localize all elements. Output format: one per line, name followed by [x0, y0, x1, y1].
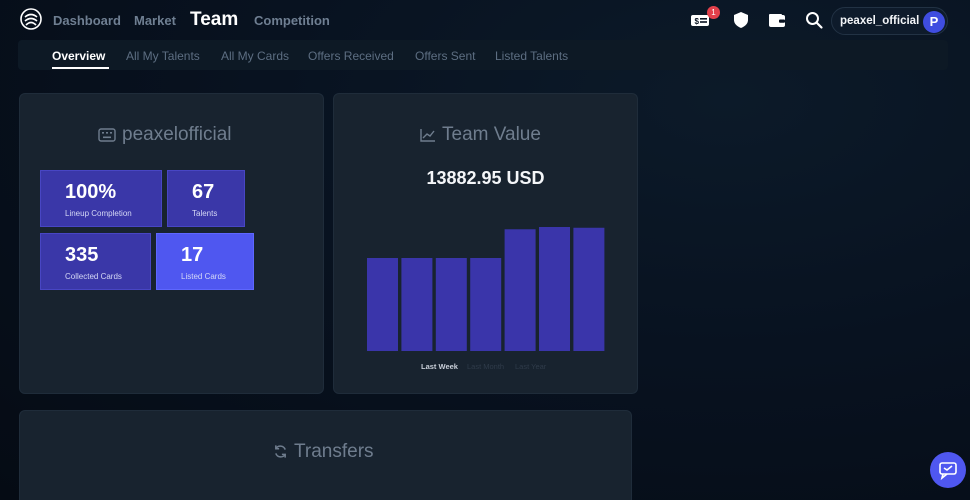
profile-card: peaxelofficial 100% Lineup Completion 67… [19, 93, 324, 394]
profile-card-title: peaxelofficial [98, 124, 232, 146]
transfers-card: Transfers [19, 410, 632, 500]
nav-dashboard[interactable]: Dashboard [53, 13, 121, 28]
stat-label: Lineup Completion [65, 209, 132, 218]
stat-value: 335 [65, 244, 99, 266]
top-navigation: Dashboard Market Team Competition $ 1 pe… [0, 0, 970, 40]
nav-market[interactable]: Market [134, 13, 176, 28]
stat-label: Listed Cards [181, 272, 226, 281]
svg-text:$: $ [695, 17, 700, 26]
chart-bar-4 [470, 258, 502, 351]
stat-value: 100% [65, 181, 117, 203]
stat-collected-cards: 335 Collected Cards [40, 233, 151, 290]
active-tab-indicator [52, 67, 109, 69]
profile-name: peaxelofficial [122, 124, 232, 145]
tab-listed-talents[interactable]: Listed Talents [495, 49, 568, 63]
stat-lineup-completion: 100% Lineup Completion [40, 170, 162, 227]
transfers-title: Transfers [273, 441, 374, 463]
avatar: P [923, 11, 945, 33]
username-label: peaxel_official [840, 15, 920, 27]
wallet-icon[interactable] [767, 10, 787, 30]
user-menu-button[interactable]: peaxel_official P [831, 7, 948, 35]
search-icon[interactable] [804, 10, 824, 30]
keyboard-icon [98, 128, 116, 142]
stat-listed-cards: 17 Listed Cards [156, 233, 254, 290]
chat-icon [939, 462, 957, 481]
team-value-card: Team Value 13882.95 USD Last Week Last M… [333, 93, 638, 394]
stat-value: 17 [181, 244, 204, 266]
team-value-chart [367, 227, 605, 351]
tab-all-my-cards[interactable]: All My Cards [221, 49, 289, 63]
chart-bar-6 [539, 227, 570, 351]
refresh-icon [275, 445, 286, 458]
period-last-month[interactable]: Last Month [467, 362, 504, 371]
nav-team[interactable]: Team [190, 9, 238, 31]
chart-bar-3 [435, 258, 467, 351]
transfers-label: Transfers [294, 441, 374, 462]
tab-all-my-talents[interactable]: All My Talents [126, 49, 200, 63]
chart-bar-1 [367, 258, 398, 351]
notification-badge: 1 [707, 6, 720, 19]
stat-label: Collected Cards [65, 272, 122, 281]
stat-talents: 67 Talents [167, 170, 245, 227]
tab-overview[interactable]: Overview [52, 49, 105, 63]
tab-offers-sent[interactable]: Offers Sent [415, 49, 475, 63]
nav-competition[interactable]: Competition [254, 13, 330, 28]
tab-offers-received[interactable]: Offers Received [308, 49, 394, 63]
chart-bar-2 [401, 258, 433, 351]
stat-label: Talents [192, 209, 218, 218]
chart-bar-5 [504, 229, 536, 351]
period-last-year[interactable]: Last Year [515, 362, 546, 371]
stat-value: 67 [192, 181, 215, 203]
chat-support-button[interactable] [930, 452, 966, 488]
chart-bar-7 [573, 227, 605, 351]
shield-icon[interactable] [731, 10, 751, 30]
app-logo-icon[interactable] [20, 8, 42, 30]
team-subtabs: Overview All My Talents All My Cards Off… [18, 40, 948, 70]
period-last-week[interactable]: Last Week [421, 362, 458, 371]
